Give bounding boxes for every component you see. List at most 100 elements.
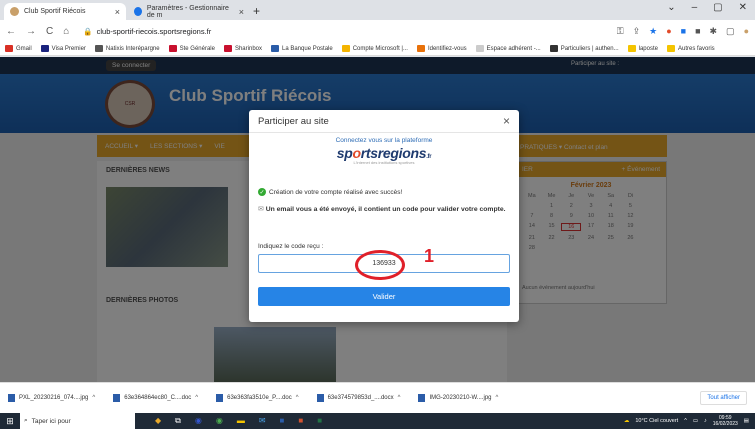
word-file-icon	[113, 394, 121, 402]
extension-icon[interactable]: ■	[695, 26, 700, 37]
download-item[interactable]: PXL_20230216_074....jpg ^	[8, 394, 95, 402]
minimize-button[interactable]: –	[692, 2, 698, 13]
download-item[interactable]: IMG-20230210-W....jpg ^	[418, 394, 498, 402]
show-all-button[interactable]: Tout afficher	[700, 391, 747, 405]
bookmark-particuliers[interactable]: Particuliers | authen...	[549, 45, 619, 52]
back-button[interactable]: ←	[6, 26, 16, 37]
modal-title: Participer au site	[258, 115, 329, 127]
chevron-up-icon[interactable]: ^	[92, 395, 95, 401]
reload-button[interactable]: C	[46, 26, 53, 37]
close-window-button[interactable]: ✕	[739, 2, 747, 13]
page-icon	[475, 45, 484, 52]
tab-close-icon[interactable]: ×	[239, 7, 244, 17]
profile-icon[interactable]: ●	[744, 26, 749, 37]
check-circle-icon: ✓	[258, 188, 266, 196]
tab-club-sportif[interactable]: Club Sportif Riécois ×	[4, 3, 126, 20]
gmail-icon	[5, 45, 13, 52]
word-icon[interactable]: ■	[280, 416, 285, 426]
bookmark-sharinbox[interactable]: Sharinbox	[223, 45, 262, 52]
app-icon[interactable]: ◆	[155, 416, 161, 426]
sportsregions-logo: sportsregions.fr	[336, 145, 432, 161]
task-view-icon[interactable]: ⧉	[175, 416, 181, 426]
folder-icon	[666, 45, 675, 52]
windows-start-icon[interactable]: ⊞	[0, 416, 20, 427]
bookmark-gmail[interactable]: Gmail	[5, 45, 32, 52]
bookmarks-bar: Gmail Visa Premier Natixis Interépargne …	[0, 42, 755, 56]
email-sent-message: ✉ Un email vous a été envoyé, il contient…	[258, 206, 506, 213]
excel-icon[interactable]: ■	[317, 416, 322, 426]
word-file-icon	[316, 394, 324, 402]
tab-title: Club Sportif Riécois	[24, 8, 86, 15]
validate-button[interactable]: Valider	[258, 287, 510, 306]
maximize-button[interactable]: ▢	[713, 2, 722, 13]
modal-header: Participer au site ×	[249, 110, 519, 133]
mail-icon[interactable]: ✉	[259, 416, 266, 426]
page-icon	[549, 45, 558, 52]
close-icon[interactable]: ×	[503, 114, 510, 128]
participer-modal: Participer au site × Connectez vous sur …	[249, 110, 519, 322]
chrome-icon[interactable]: ◉	[216, 416, 223, 426]
taskbar-search[interactable]: ⌕ Taper ici pour	[20, 413, 135, 429]
download-item[interactable]: 63e363fa3510e_P....doc ^	[216, 394, 299, 402]
windows-taskbar: ⊞ ⌕ Taper ici pour ◆ ⧉ ◉ ◉ ▬ ✉ ■ ■ ■ ☁ 1…	[0, 413, 755, 429]
new-tab-button[interactable]: +	[253, 4, 260, 18]
bookmark-laposte[interactable]: laposte	[627, 45, 658, 52]
notifications-icon[interactable]: ▤	[744, 418, 749, 424]
star-icon[interactable]: ★	[649, 26, 657, 37]
window-controls: ⌄ – ▢ ✕	[667, 2, 747, 13]
microsoft-icon	[341, 45, 350, 52]
bookmark-banque-postale[interactable]: La Banque Postale	[271, 45, 333, 52]
laposte-icon	[627, 45, 636, 52]
image-file-icon	[8, 394, 15, 402]
annotation-circle	[355, 250, 405, 280]
bookmark-microsoft[interactable]: Compte Microsoft |...	[341, 45, 408, 52]
volume-icon[interactable]: ♪	[704, 418, 707, 424]
edge-icon[interactable]: ◉	[195, 416, 202, 426]
lock-icon: 🔒	[83, 26, 93, 36]
chevron-up-icon[interactable]: ^	[496, 395, 499, 401]
toolbar-icons: ⚿ ⇪ ★ ● ■ ■ ✱ ▢ ●	[617, 26, 749, 37]
home-button[interactable]: ⌂	[63, 26, 69, 37]
settings-favicon-icon	[134, 7, 142, 16]
weather-icon: ☁	[623, 418, 630, 424]
chevron-up-icon[interactable]: ^	[296, 395, 299, 401]
key-icon[interactable]: ⚿	[617, 26, 624, 37]
tab-title: Paramètres - Gestionnaire de m	[146, 4, 229, 19]
sidepanel-icon[interactable]: ▢	[726, 26, 735, 37]
download-item[interactable]: 63e364864ec80_C....doc ^	[113, 394, 198, 402]
browser-tab-bar: Club Sportif Riécois × Paramètres - Gest…	[0, 0, 755, 20]
puzzle-icon[interactable]: ✱	[710, 26, 718, 37]
search-icon: ⌕	[24, 417, 28, 424]
chevron-up-icon[interactable]: ^	[195, 395, 198, 401]
bookmark-espace-adherent[interactable]: Espace adhérent -...	[475, 45, 541, 52]
powerpoint-icon[interactable]: ■	[298, 416, 303, 426]
sharinbox-icon	[223, 45, 232, 52]
bookmark-visa[interactable]: Visa Premier	[40, 45, 86, 52]
share-icon[interactable]: ⇪	[633, 26, 641, 37]
weather-text[interactable]: 10°C Ciel couvert	[635, 418, 678, 424]
bookmark-natixis[interactable]: Natixis Interépargne	[94, 45, 160, 52]
tab-parametres[interactable]: Paramètres - Gestionnaire de m ×	[128, 3, 250, 20]
bookmark-identifiez[interactable]: Identifiez-vous	[416, 45, 467, 52]
tray-arrow-icon[interactable]: ^	[684, 418, 687, 424]
chevron-up-icon[interactable]: ^	[398, 395, 401, 401]
clock[interactable]: 09:59 16/02/2023	[713, 415, 738, 427]
downloads-bar: PXL_20230216_074....jpg ^ 63e364864ec80_C…	[0, 382, 755, 413]
download-item[interactable]: 63e374579853d_....docx ^	[316, 394, 401, 402]
extension-icon[interactable]: ■	[681, 26, 686, 37]
tab-close-icon[interactable]: ×	[115, 7, 120, 17]
site-favicon-icon	[10, 7, 19, 16]
code-label: Indiquez le code reçu :	[258, 243, 324, 250]
network-icon[interactable]: ▭	[693, 418, 698, 424]
bookmark-sg[interactable]: Ste Générale	[168, 45, 215, 52]
bank-icon	[271, 45, 279, 52]
tab-search-button[interactable]: ⌄	[667, 2, 675, 13]
sg-icon	[168, 45, 177, 52]
forward-button[interactable]: →	[26, 26, 36, 37]
file-explorer-icon[interactable]: ▬	[237, 416, 245, 426]
url-text: club-sportif-riecois.sportsregions.fr	[96, 26, 212, 36]
envelope-icon: ✉	[258, 206, 264, 213]
url-field[interactable]: 🔒 club-sportif-riecois.sportsregions.fr	[83, 27, 606, 36]
bookmark-other-folders[interactable]: Autres favoris	[666, 45, 715, 52]
extension-icon[interactable]: ●	[666, 26, 671, 37]
